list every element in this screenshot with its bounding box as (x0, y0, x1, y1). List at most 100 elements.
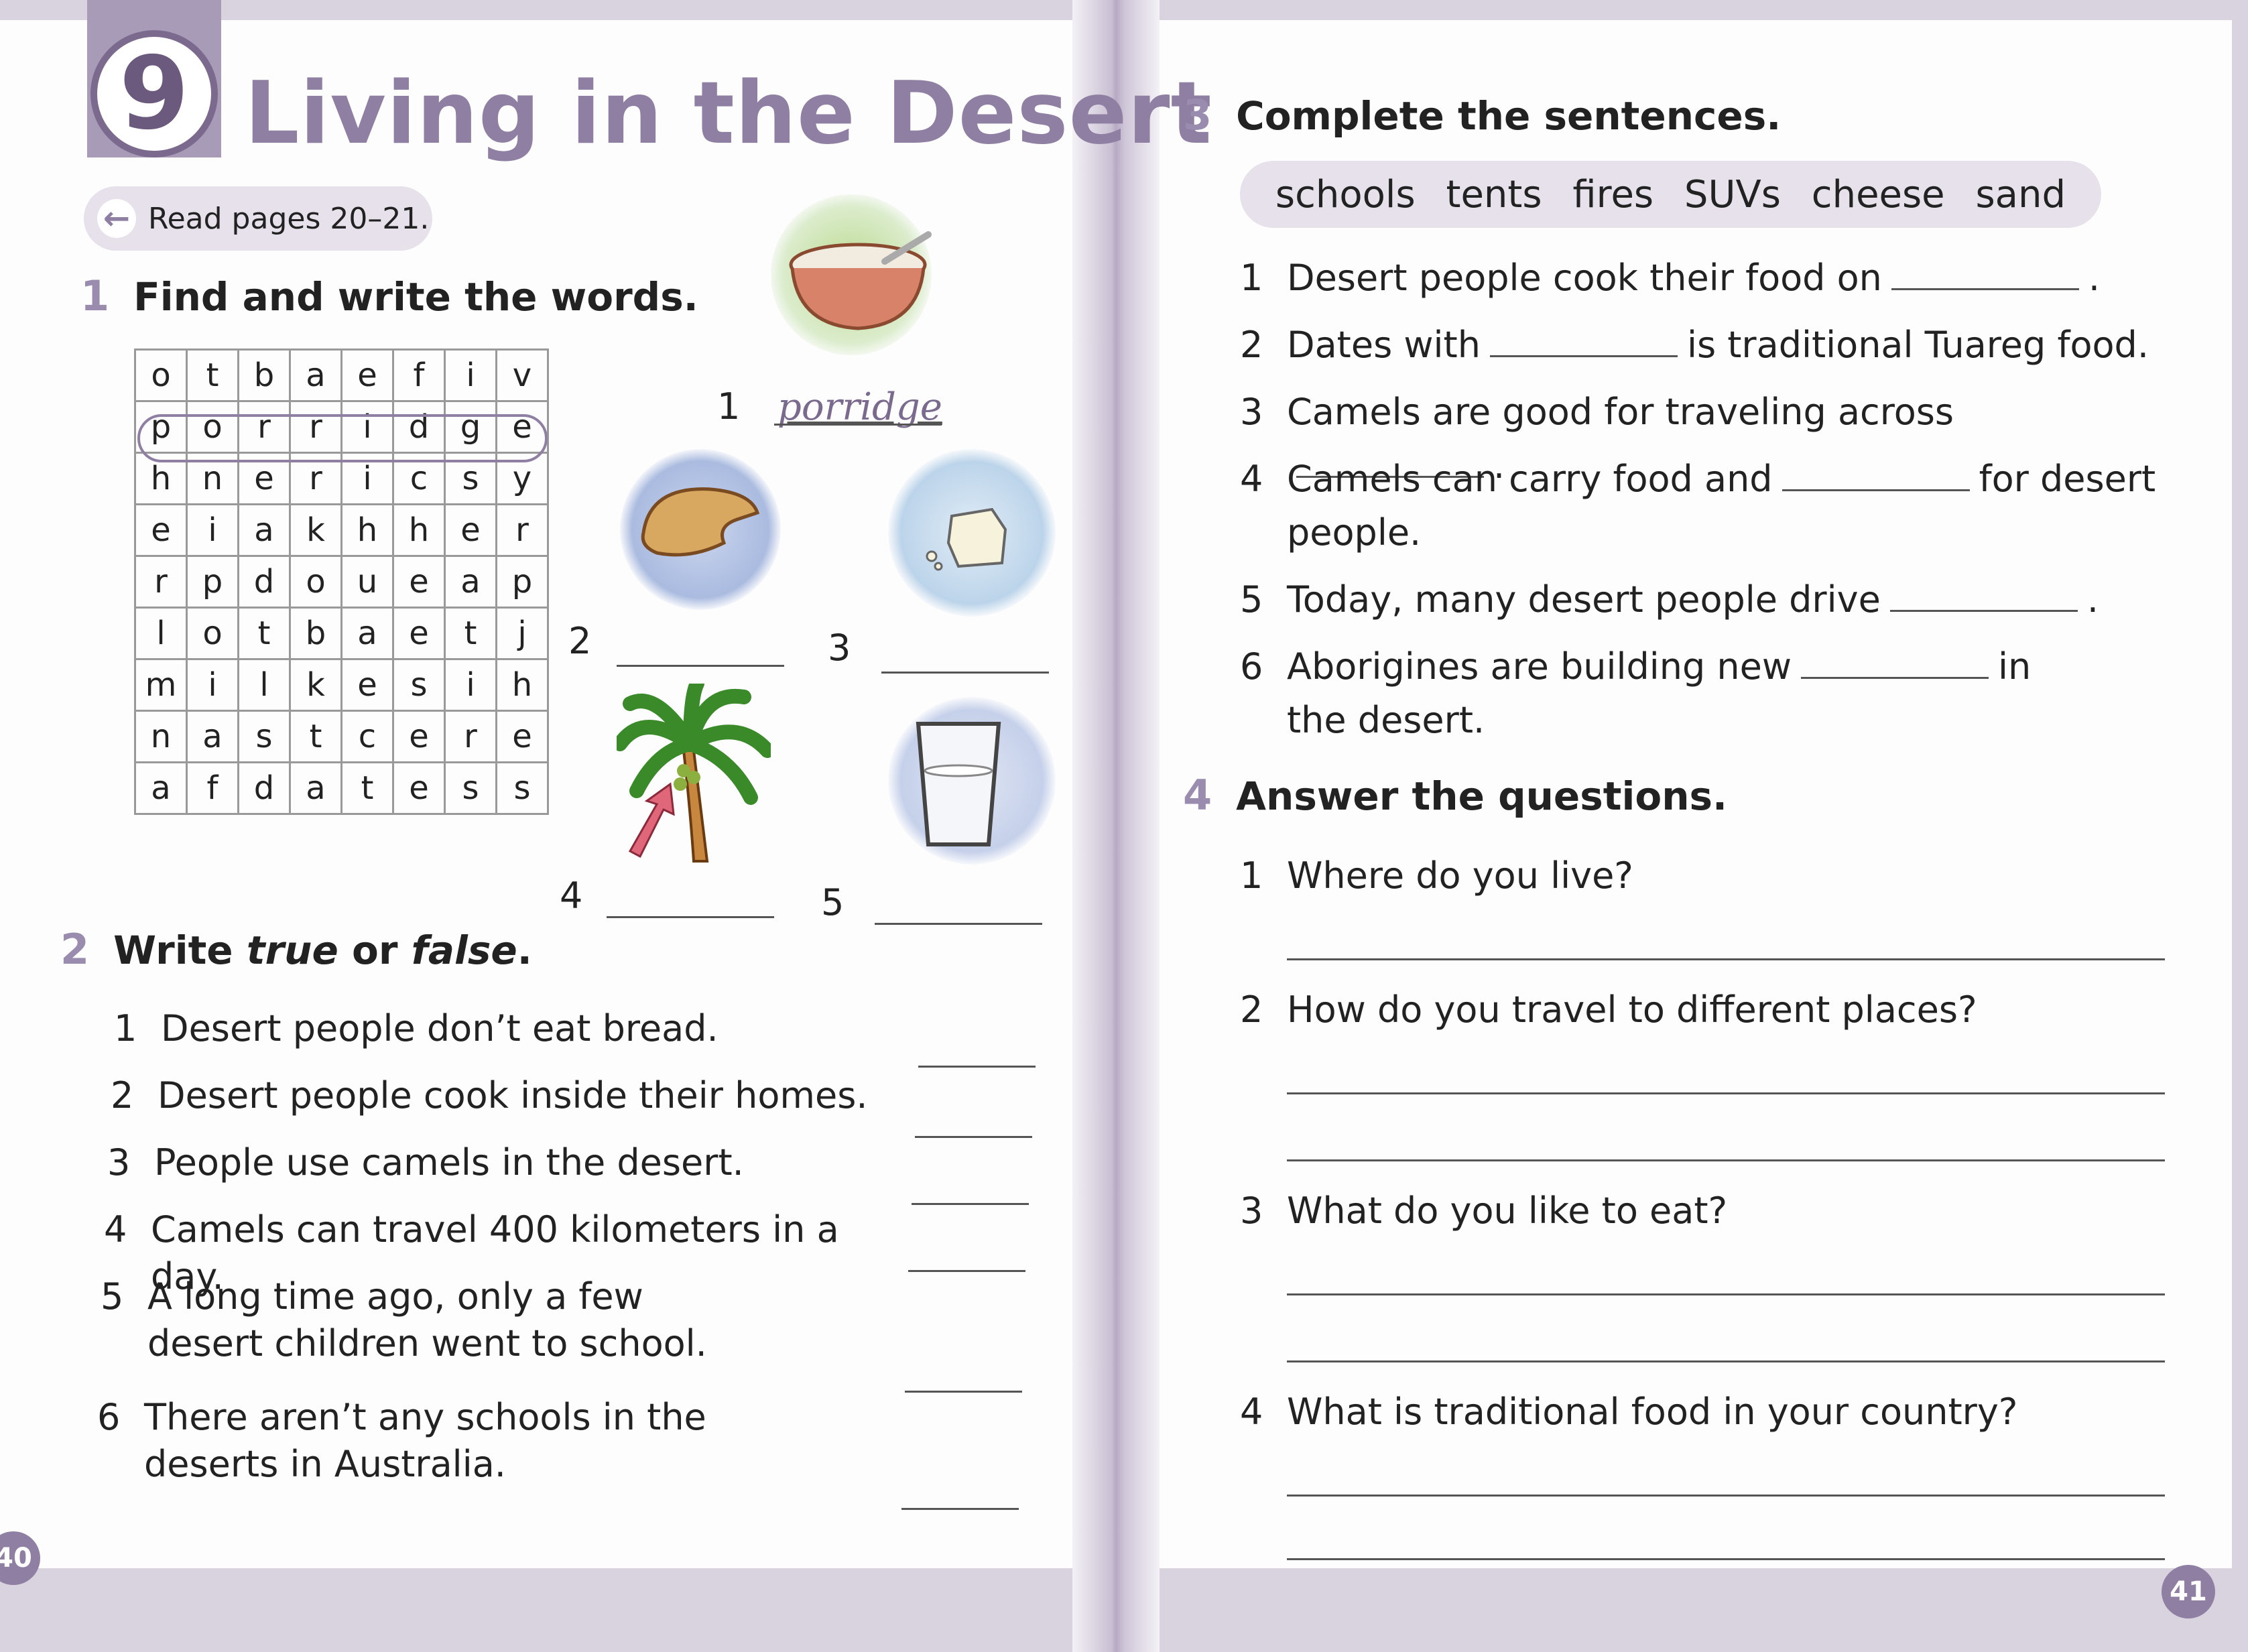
item-number: 3 (1240, 391, 1263, 433)
unit-title: Living in the Desert (245, 64, 1212, 164)
grid-cell: i (340, 400, 394, 454)
answer-line[interactable] (1287, 1495, 2165, 1497)
sentence-blank[interactable] (1891, 257, 2079, 290)
unit-number: 9 (90, 30, 218, 157)
item-number: 3 (107, 1141, 131, 1184)
grid-cell: b (237, 348, 291, 402)
item-number: 2 (1240, 989, 1263, 1031)
item-number: 4 (1240, 458, 1263, 500)
answer-line-1[interactable] (774, 419, 942, 426)
grid-cell: g (444, 400, 497, 454)
sentence-blank[interactable] (1489, 324, 1678, 357)
item-number: 6 (97, 1396, 121, 1438)
answer-line-3[interactable] (881, 667, 1049, 674)
grid-cell: o (186, 400, 239, 454)
sentence-blank[interactable] (1889, 578, 2078, 612)
tf-answer-line-5[interactable] (905, 1391, 1022, 1393)
picture-number: 3 (828, 627, 851, 669)
answer-line[interactable] (1287, 1092, 2165, 1094)
grid-cell: d (392, 400, 446, 454)
grid-cell: h (340, 503, 394, 557)
item-text: Desert people don’t eat bread. (161, 1007, 719, 1050)
tf-answer-line-1[interactable] (918, 1066, 1036, 1068)
grid-cell: e (134, 503, 188, 557)
answer-line[interactable] (1287, 1558, 2165, 1560)
grid-cell: u (340, 555, 394, 609)
word-bank-item: tents (1446, 172, 1542, 216)
grid-cell: f (392, 348, 446, 402)
cheese-icon (926, 507, 1007, 571)
grid-cell: b (289, 607, 342, 660)
item-number: 4 (104, 1208, 127, 1251)
sentence-after: . (2088, 257, 2101, 299)
grid-cell: a (134, 761, 188, 815)
grid-cell: a (289, 348, 342, 402)
grid-cell: e (392, 710, 446, 763)
answer-line[interactable] (1287, 1159, 2165, 1161)
word-bank-item: sand (1975, 172, 2066, 216)
grid-cell: r (495, 503, 549, 557)
grid-cell: i (444, 658, 497, 712)
date-palm-icon (617, 684, 771, 863)
grid-cell: a (340, 607, 394, 660)
grid-cell: i (444, 348, 497, 402)
word-bank-item: schools (1275, 172, 1416, 216)
word-search-grid: otbaefivporridgehnericsyeiakhherrpdoueap… (134, 348, 549, 815)
tf-answer-line-6[interactable] (901, 1508, 1019, 1510)
grid-cell: l (134, 607, 188, 660)
grid-cell: o (289, 555, 342, 609)
section-title: Complete the sentences. (1236, 93, 1782, 139)
grid-row: afdatess (134, 761, 549, 815)
section-4-heading: 4 Answer the questions. (1183, 771, 1727, 820)
sentence-before: Desert people cook their food on (1287, 257, 1882, 299)
grid-cell: a (444, 555, 497, 609)
answer-line-2[interactable] (617, 660, 784, 667)
item-number: 1 (1240, 257, 1263, 299)
title-false: false (411, 928, 517, 973)
sentence-after: . (2086, 578, 2099, 621)
grid-cell: i (186, 503, 239, 557)
section-title: Find and write the words. (133, 274, 698, 320)
grid-cell: p (495, 555, 549, 609)
answer-line[interactable] (1287, 1293, 2165, 1295)
picture-number: 5 (821, 881, 845, 924)
grid-cell: h (495, 658, 549, 712)
title-part: Write (113, 928, 247, 973)
tf-answer-line-2[interactable] (915, 1136, 1032, 1138)
grid-cell: t (237, 607, 291, 660)
grid-cell: e (340, 658, 394, 712)
answer-line[interactable] (1287, 1360, 2165, 1362)
sentence-before: Camels can carry food and (1287, 458, 1773, 500)
grid-cell: e (444, 503, 497, 557)
picture-number: 4 (560, 875, 583, 917)
grid-cell: f (186, 761, 239, 815)
tf-answer-line-3[interactable] (912, 1203, 1029, 1205)
sentence-blank[interactable] (1782, 458, 1970, 491)
grid-cell: e (392, 761, 446, 815)
sentence-before: Camels are good for traveling across (1287, 391, 1954, 433)
grid-cell: s (444, 452, 497, 505)
answer-line-5[interactable] (875, 918, 1042, 925)
answer-line-4[interactable] (607, 911, 774, 918)
item-text: There aren’t any schools in the deserts … (144, 1396, 706, 1485)
grid-cell: o (134, 348, 188, 402)
tf-answer-line-4[interactable] (908, 1270, 1025, 1272)
item-number: 1 (114, 1007, 137, 1050)
sentence-before: Dates with (1287, 324, 1481, 366)
item-number: 5 (101, 1275, 124, 1318)
grid-row: nastcere (134, 710, 549, 763)
question-text: What do you like to eat? (1287, 1190, 1728, 1232)
word-bank-item: fires (1572, 172, 1654, 216)
answer-line[interactable] (1287, 958, 2165, 960)
grid-row: lotbaetj (134, 607, 549, 660)
section-number: 3 (1183, 90, 1212, 139)
grid-cell: i (340, 452, 394, 505)
grid-cell: a (289, 761, 342, 815)
word-bank: schools tents fires SUVs cheese sand (1240, 161, 2101, 228)
grid-cell: s (392, 658, 446, 712)
grid-cell: a (237, 503, 291, 557)
sentence-blank[interactable] (1801, 645, 1989, 679)
item-number: 2 (1240, 324, 1263, 366)
grid-cell: t (289, 710, 342, 763)
milk-glass-icon (916, 722, 1001, 846)
